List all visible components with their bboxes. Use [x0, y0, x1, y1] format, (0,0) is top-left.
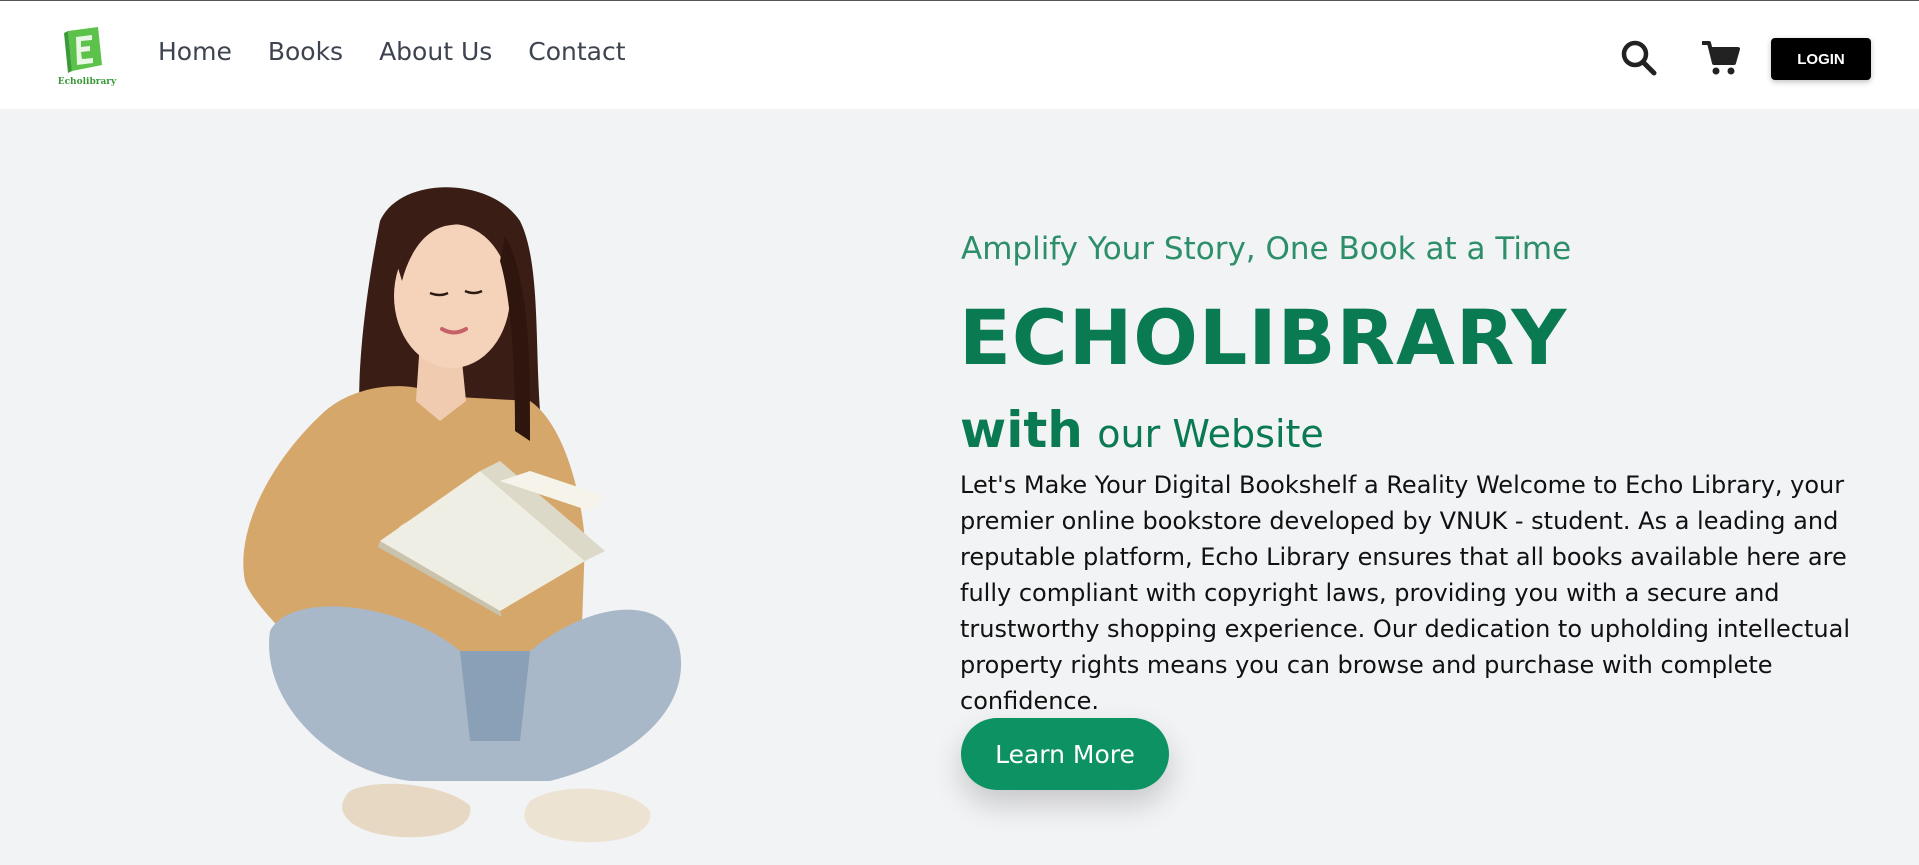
cart-button[interactable]: [1700, 39, 1742, 77]
hero-subtitle-light: our Website: [1097, 412, 1324, 456]
logo-text: Echolibrary: [57, 77, 117, 87]
book-logo-icon: [64, 27, 102, 73]
hero-subtitle-bold: with: [960, 401, 1083, 459]
learn-more-button[interactable]: Learn More: [961, 718, 1169, 790]
hero-tagline: Amplify Your Story, One Book at a Time: [961, 231, 1572, 267]
hero-woman-reading-image: [243, 187, 682, 843]
nav-contact[interactable]: Contact: [528, 37, 625, 66]
hero-description: Let's Make Your Digital Bookshelf a Real…: [960, 471, 1850, 715]
page: Echolibrary Home Books About Us Contact …: [0, 0, 1919, 865]
cart-icon: [1702, 41, 1740, 75]
search-button[interactable]: [1620, 39, 1658, 77]
hero-brand-title: ECHOLIBRARY: [959, 293, 1568, 382]
nav-home[interactable]: Home: [158, 37, 232, 66]
hero-subtitle: with our Website: [960, 401, 1324, 459]
site-header: Echolibrary Home Books About Us Contact …: [0, 1, 1919, 109]
main-nav: Home Books About Us Contact: [158, 37, 662, 66]
nav-about-us[interactable]: About Us: [379, 37, 492, 66]
search-icon: [1621, 40, 1657, 76]
login-button[interactable]: LOGIN: [1771, 38, 1871, 80]
logo[interactable]: Echolibrary: [56, 25, 118, 89]
nav-books[interactable]: Books: [268, 37, 343, 66]
